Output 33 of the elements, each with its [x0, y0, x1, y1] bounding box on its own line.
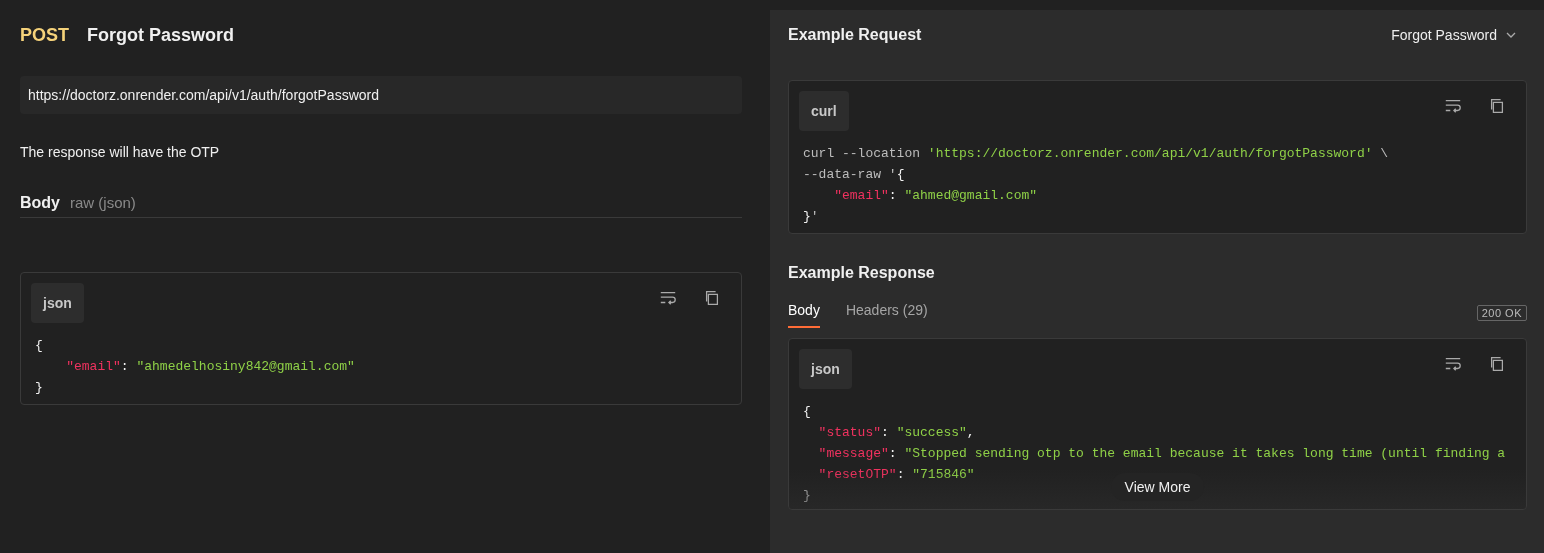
- body-label: Body: [20, 194, 60, 212]
- code-line: }: [803, 487, 811, 505]
- code-line: {: [803, 403, 811, 421]
- code-line: }': [803, 208, 819, 226]
- code-line: "email": "ahmed@gmail.com": [833, 187, 1038, 205]
- code-line: curl --location 'https://doctorz.onrender.com/api/v1/auth/forgotPassword' \: [803, 145, 1389, 163]
- language-label: json: [31, 283, 84, 323]
- method-label: POST: [20, 25, 69, 46]
- code-line: "status": "success",: [817, 424, 975, 442]
- section-title: Example Request: [788, 26, 922, 44]
- section-title: Example Response: [788, 264, 936, 282]
- code-line: --data-raw '{: [803, 166, 905, 184]
- response-tab[interactable]: Body: [788, 298, 820, 328]
- wrap-icon[interactable]: [659, 289, 677, 307]
- wrap-icon[interactable]: [1444, 97, 1462, 115]
- copy-icon[interactable]: [703, 289, 721, 307]
- response-tab[interactable]: Headers (29): [845, 298, 928, 328]
- copy-icon[interactable]: [1488, 97, 1506, 115]
- code-line: "resetOTP": "715846": [817, 466, 975, 484]
- example-dropdown[interactable]: Forgot Password: [1391, 27, 1527, 43]
- description-text: The response will have the OTP: [20, 144, 221, 160]
- request-title: Forgot Password: [87, 25, 235, 46]
- code-line: {: [35, 337, 43, 355]
- body-type-label: raw (json): [70, 194, 136, 211]
- wrap-icon[interactable]: [1444, 355, 1462, 373]
- language-label: curl: [799, 91, 849, 131]
- language-label: json: [799, 349, 852, 389]
- code-line: }: [35, 379, 43, 397]
- code-line: "email": "ahmedelhosiny842@gmail.com": [65, 358, 355, 376]
- status-badge: 200 OK: [1476, 305, 1527, 321]
- copy-icon[interactable]: [1488, 355, 1506, 373]
- code-line: "message": "Stopped sending otp to the email because it takes long time (until finding a: [817, 445, 1506, 463]
- url-field: https://doctorz.onrender.com/api/v1/auth/forgotPassword: [20, 76, 742, 114]
